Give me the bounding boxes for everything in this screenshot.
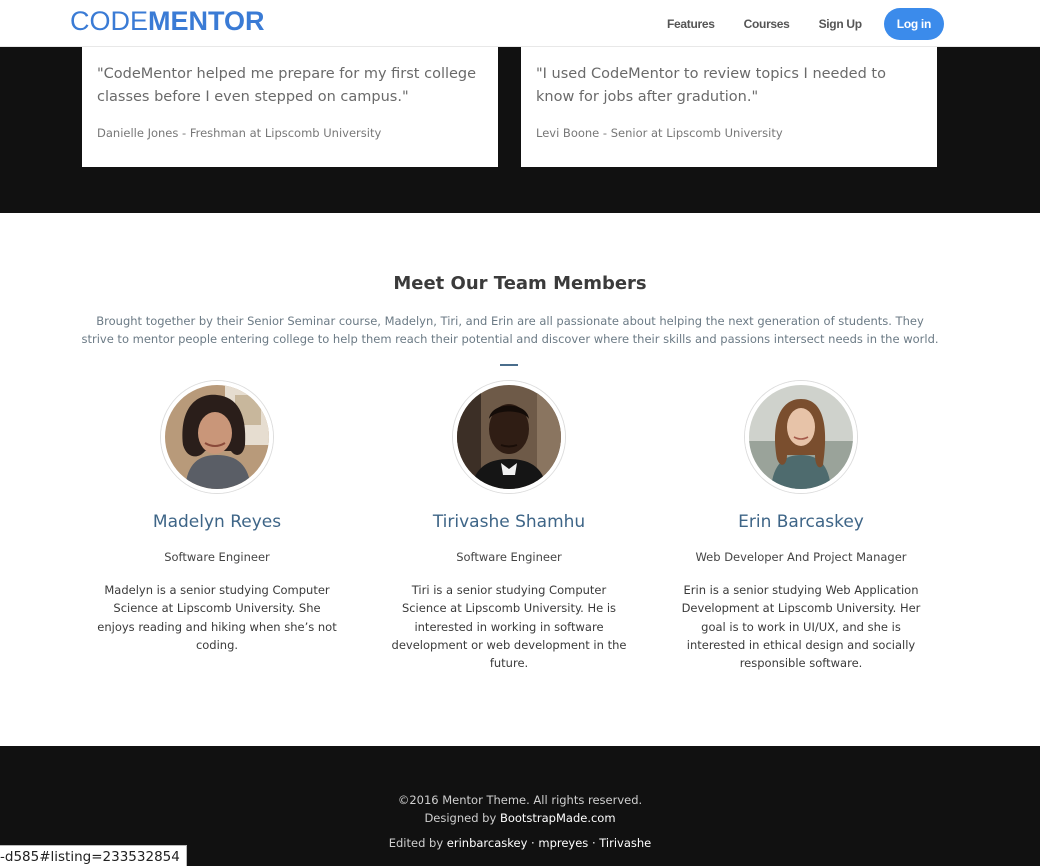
testimonial-author: Levi Boone - Senior at Lipscomb Universi… <box>536 126 783 140</box>
member-bio: Erin is a senior studying Web Applicatio… <box>681 583 921 671</box>
member-bio: Tiri is a senior studying Computer Scien… <box>391 583 627 671</box>
member-name: Madelyn Reyes <box>152 512 282 532</box>
nav-features-link[interactable]: Features <box>667 17 715 31</box>
team-member-tirivashe: Tirivashe Shamhu Software Engineer Tiri … <box>379 381 639 672</box>
team-member-erin: Erin Barcaskey Web Developer And Project… <box>671 381 931 672</box>
nav-courses-link[interactable]: Courses <box>744 17 790 31</box>
portrait-illustration <box>457 385 561 489</box>
testimonial-quote: "I used CodeMentor to review topics I ne… <box>536 66 886 105</box>
portrait-illustration <box>749 385 853 489</box>
logo-part-mentor: MENTOR <box>148 6 265 36</box>
avatar-photo <box>745 381 857 493</box>
avatar-photo <box>161 381 273 493</box>
top-navbar: CODEMENTOR Features Courses Sign Up Log … <box>0 0 1040 47</box>
team-section: Meet Our Team Members Brought together b… <box>0 213 1040 746</box>
member-role: Software Engineer <box>164 550 270 564</box>
footer-designed-by: Designed by BootstrapMade.com <box>0 811 1040 825</box>
testimonial-card: "I used CodeMentor to review topics I ne… <box>521 47 937 167</box>
site-logo[interactable]: CODEMENTOR <box>70 6 265 37</box>
team-member-madelyn: Madelyn Reyes Software Engineer Madelyn … <box>87 381 347 654</box>
login-button[interactable]: Log in <box>883 8 944 40</box>
testimonial-card: "CodeMentor helped me prepare for my fir… <box>82 47 498 167</box>
footer-designed-prefix: Designed by <box>424 811 500 825</box>
browser-status-url: -d585#listing=233532854 <box>0 845 187 866</box>
team-heading: Meet Our Team Members <box>393 273 647 294</box>
testimonials-section: "CodeMentor helped me prepare for my fir… <box>0 47 1040 213</box>
team-intro-text: Brought together by their Senior Seminar… <box>81 314 939 346</box>
member-name: Erin Barcaskey <box>738 512 864 532</box>
main-nav: Features Courses Sign Up Log in <box>638 8 944 40</box>
member-role: Web Developer And Project Manager <box>695 550 907 564</box>
bootstrapmade-link[interactable]: BootstrapMade.com <box>500 811 616 825</box>
section-divider <box>500 364 518 366</box>
editor-links[interactable]: erinbarcaskey · mpreyes · Tirivashe <box>447 836 651 850</box>
portrait-illustration <box>165 385 269 489</box>
member-role: Software Engineer <box>456 550 562 564</box>
footer-copyright: ©2016 Mentor Theme. All rights reserved. <box>397 793 643 807</box>
nav-signup-link[interactable]: Sign Up <box>819 17 863 31</box>
member-name: Tirivashe Shamhu <box>432 512 586 532</box>
testimonial-author: Danielle Jones - Freshman at Lipscomb Un… <box>97 126 382 140</box>
logo-part-code: CODE <box>70 6 149 36</box>
avatar-photo <box>453 381 565 493</box>
member-bio: Madelyn is a senior studying Computer Sc… <box>97 583 337 652</box>
testimonial-quote: "CodeMentor helped me prepare for my fir… <box>97 66 477 105</box>
footer-edited-prefix: Edited by <box>388 836 447 850</box>
